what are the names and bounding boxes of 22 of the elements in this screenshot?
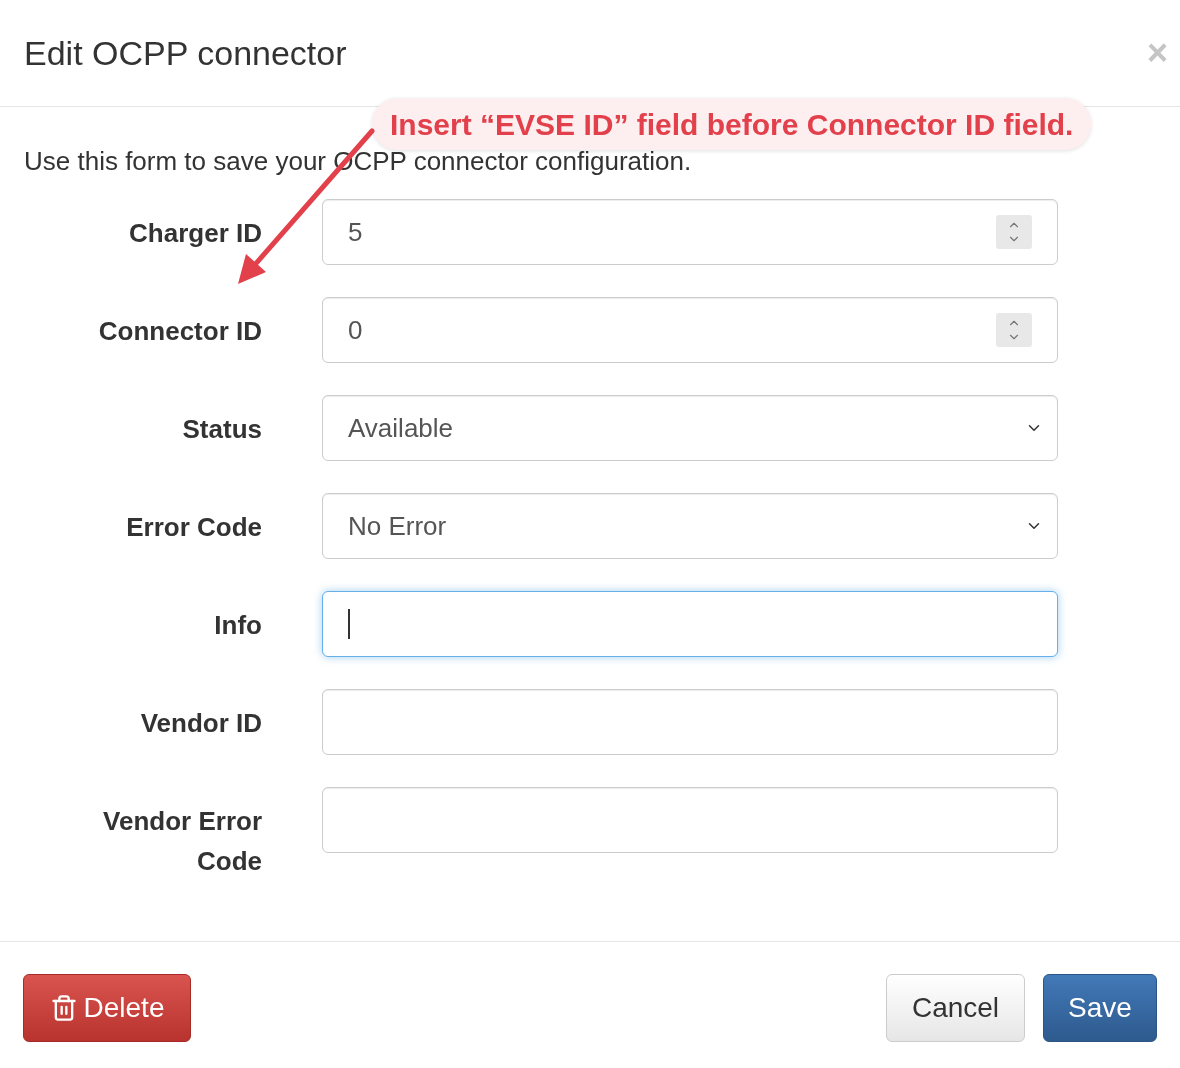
field-label: Error Code xyxy=(125,511,262,544)
input-field[interactable] xyxy=(322,689,1058,755)
number-field[interactable]: 5 xyxy=(322,199,1058,265)
number-field[interactable]: 0 xyxy=(322,297,1058,363)
dropdown[interactable]: Available xyxy=(322,395,1058,461)
delete-button[interactable]: Delete xyxy=(23,974,191,1042)
field-label: Vendor ID xyxy=(139,707,262,740)
save-button[interactable]: Save xyxy=(1043,974,1157,1042)
annotation-callout: Insert “EVSE ID” field before Connector ID field. xyxy=(372,98,1092,150)
input-field[interactable] xyxy=(322,787,1058,853)
field-label: Info xyxy=(213,609,262,642)
field-label: Vendor Error Code xyxy=(102,805,262,878)
spinner-icon[interactable] xyxy=(996,313,1032,347)
field-label: Charger ID xyxy=(128,217,262,250)
spinner-icon[interactable] xyxy=(996,215,1032,249)
dialog-title: Edit OCPP connector xyxy=(24,32,347,74)
input-field[interactable] xyxy=(322,591,1058,657)
dropdown[interactable]: No Error xyxy=(322,493,1058,559)
field-label: Connector ID xyxy=(97,315,262,348)
field-label: Status xyxy=(181,413,262,446)
cancel-button[interactable]: Cancel xyxy=(886,974,1025,1042)
trash-icon xyxy=(49,994,78,1022)
